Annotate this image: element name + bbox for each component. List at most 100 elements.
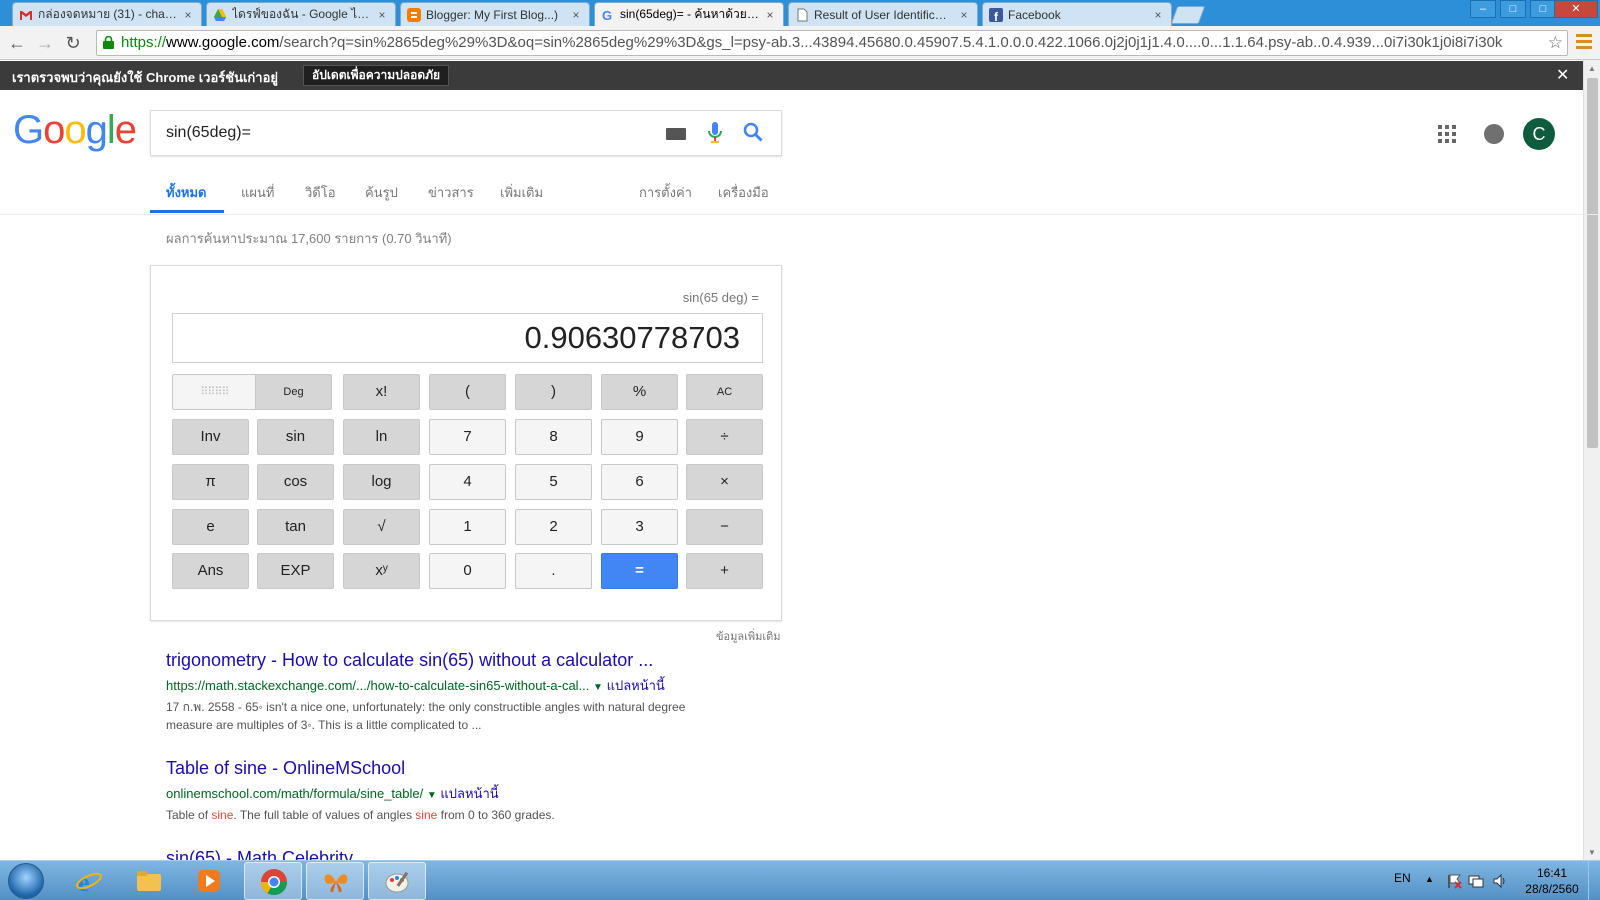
back-button[interactable]: ← xyxy=(6,32,28,54)
tab-gmail[interactable]: กล่องจดหมาย (31) - chayan × xyxy=(12,2,202,26)
scrollbar-thumb[interactable] xyxy=(1587,78,1598,448)
tab-google-search[interactable]: G sin(65deg)= - ค้นหาด้วย Google × xyxy=(594,2,784,26)
chrome-menu-icon[interactable] xyxy=(1576,34,1592,52)
digit-7-button[interactable]: 7 xyxy=(429,419,506,455)
update-button[interactable]: อัปเดตเพื่อความปลอดภัย xyxy=(303,65,450,86)
close-tab-icon[interactable]: × xyxy=(569,8,583,22)
rad-toggle[interactable]: ⠿⠿⠿⠿ xyxy=(172,374,256,410)
scroll-down-icon[interactable]: ▼ xyxy=(1588,848,1596,857)
tab-maps[interactable]: แผนที่ xyxy=(241,182,274,203)
address-bar[interactable]: https://www.google.com/search?q=sin%2865… xyxy=(96,30,1568,56)
close-tab-icon[interactable]: × xyxy=(763,8,777,22)
ans-button[interactable]: Ans xyxy=(172,553,249,589)
result-title-link[interactable]: Table of sine - OnlineMSchool xyxy=(166,758,766,779)
tab-all[interactable]: ทั้งหมด xyxy=(166,182,207,203)
taskbar-butterfly-app[interactable] xyxy=(306,862,364,900)
tab-more[interactable]: เพิ่มเติม xyxy=(500,182,543,203)
deg-toggle[interactable]: Deg xyxy=(255,374,332,410)
close-tab-icon[interactable]: × xyxy=(375,8,389,22)
taskbar-ie[interactable]: e xyxy=(60,862,118,900)
sin-button[interactable]: sin xyxy=(257,419,334,455)
tab-news[interactable]: ข่าวสาร xyxy=(428,182,474,203)
multiply-button[interactable]: × xyxy=(686,464,763,500)
restore-button[interactable]: □ xyxy=(1500,0,1526,18)
equals-button[interactable]: = xyxy=(601,553,678,589)
close-infobar-icon[interactable]: ✕ xyxy=(1556,65,1569,85)
show-desktop-button[interactable] xyxy=(1588,861,1600,900)
taskbar-paint[interactable] xyxy=(368,862,426,900)
volume-icon[interactable] xyxy=(1492,873,1508,889)
decimal-button[interactable]: . xyxy=(515,553,592,589)
close-tab-icon[interactable]: × xyxy=(957,8,971,22)
digit-1-button[interactable]: 1 xyxy=(429,509,506,545)
digit-2-button[interactable]: 2 xyxy=(515,509,592,545)
microphone-icon[interactable] xyxy=(708,122,722,144)
sqrt-button[interactable]: √ xyxy=(343,509,420,545)
keyboard-icon[interactable] xyxy=(666,128,686,140)
open-paren-button[interactable]: ( xyxy=(429,374,506,410)
network-icon[interactable] xyxy=(1468,873,1484,889)
search-box[interactable]: sin(65deg)= xyxy=(150,110,782,156)
taskbar-chrome[interactable] xyxy=(244,862,302,900)
inverse-button[interactable]: Inv xyxy=(172,419,249,455)
tab-facebook[interactable]: f Facebook × xyxy=(982,2,1172,26)
translate-link[interactable]: แปลหน้านี้ xyxy=(440,786,498,801)
bookmark-star-icon[interactable]: ☆ xyxy=(1544,31,1563,55)
google-logo[interactable]: Google xyxy=(13,108,137,153)
tab-drive[interactable]: ไดรฟ์ของฉัน - Google ไดรฟ์ × xyxy=(206,2,396,26)
clock[interactable]: 16:41 28/8/2560 xyxy=(1522,865,1582,897)
more-info-link[interactable]: ข้อมูลเพิ่มเติม xyxy=(716,627,781,645)
percent-button[interactable]: % xyxy=(601,374,678,410)
digit-4-button[interactable]: 4 xyxy=(429,464,506,500)
language-indicator[interactable]: EN xyxy=(1394,871,1411,885)
restore-button[interactable]: □ xyxy=(1530,0,1556,18)
translate-link[interactable]: แปลหน้านี้ xyxy=(607,678,665,693)
close-paren-button[interactable]: ) xyxy=(515,374,592,410)
notifications-icon[interactable] xyxy=(1484,124,1504,144)
scroll-up-icon[interactable]: ▲ xyxy=(1588,64,1596,73)
tab-result-user-identification[interactable]: Result of User Identificatio × xyxy=(788,2,978,26)
tab-images[interactable]: ค้นรูป xyxy=(365,182,398,203)
minimize-button[interactable]: – xyxy=(1470,0,1496,18)
digit-0-button[interactable]: 0 xyxy=(429,553,506,589)
tan-button[interactable]: tan xyxy=(257,509,334,545)
close-tab-icon[interactable]: × xyxy=(181,8,195,22)
forward-button[interactable]: → xyxy=(34,32,56,54)
digit-8-button[interactable]: 8 xyxy=(515,419,592,455)
power-button[interactable]: xʸ xyxy=(343,553,420,589)
log-button[interactable]: log xyxy=(343,464,420,500)
tools-link[interactable]: เครื่องมือ xyxy=(718,182,769,203)
start-button[interactable] xyxy=(8,863,44,899)
settings-link[interactable]: การตั้งค่า xyxy=(639,182,692,203)
pi-button[interactable]: π xyxy=(172,464,249,500)
taskbar-explorer[interactable] xyxy=(120,862,178,900)
subtract-button[interactable]: − xyxy=(686,509,763,545)
ln-button[interactable]: ln xyxy=(343,419,420,455)
tab-blogger[interactable]: Blogger: My First Blog...) × xyxy=(400,2,590,26)
close-tab-icon[interactable]: × xyxy=(1151,8,1165,22)
cos-button[interactable]: cos xyxy=(257,464,334,500)
close-window-button[interactable]: ✕ xyxy=(1554,0,1598,18)
tab-videos[interactable]: วิดีโอ xyxy=(305,182,336,203)
divide-button[interactable]: ÷ xyxy=(686,419,763,455)
digit-3-button[interactable]: 3 xyxy=(601,509,678,545)
digit-9-button[interactable]: 9 xyxy=(601,419,678,455)
search-input[interactable]: sin(65deg)= xyxy=(166,124,251,142)
taskbar-media-player[interactable] xyxy=(180,862,238,900)
factorial-button[interactable]: x! xyxy=(343,374,420,410)
all-clear-button[interactable]: AC xyxy=(686,374,763,410)
e-button[interactable]: e xyxy=(172,509,249,545)
new-tab-button[interactable] xyxy=(1170,6,1206,24)
page-scrollbar[interactable]: ▲ ▼ xyxy=(1583,60,1600,860)
digit-5-button[interactable]: 5 xyxy=(515,464,592,500)
avatar[interactable]: C xyxy=(1523,118,1555,150)
reload-button[interactable]: ↻ xyxy=(62,32,84,54)
search-icon[interactable] xyxy=(743,122,763,142)
result-title-link[interactable]: trigonometry - How to calculate sin(65) … xyxy=(166,650,766,671)
dropdown-caret-icon[interactable]: ▼ xyxy=(593,682,603,693)
dropdown-caret-icon[interactable]: ▼ xyxy=(427,790,437,801)
exp-button[interactable]: EXP xyxy=(257,553,334,589)
digit-6-button[interactable]: 6 xyxy=(601,464,678,500)
add-button[interactable]: + xyxy=(686,553,763,589)
apps-grid-icon[interactable] xyxy=(1438,125,1456,143)
